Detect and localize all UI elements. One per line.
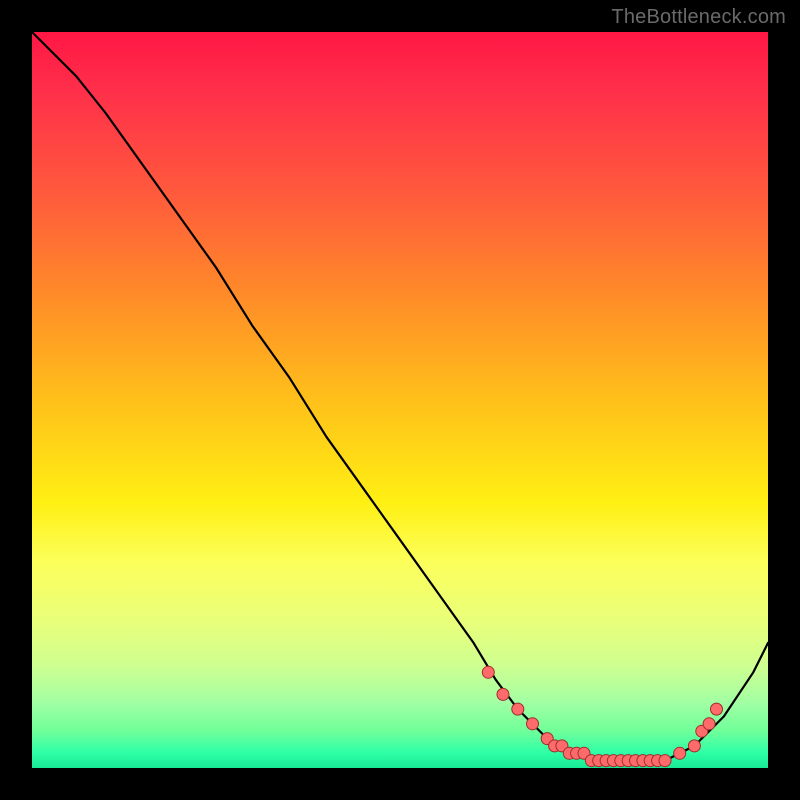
marker-point [688,740,700,752]
marker-point [512,703,524,715]
plot-area [32,32,768,768]
chart-svg [32,32,768,768]
bottleneck-curve [32,32,768,761]
marker-point [674,747,686,759]
marker-point [711,703,723,715]
marker-point [659,755,671,767]
watermark-label: TheBottleneck.com [611,6,786,29]
marker-point [497,688,509,700]
marker-point [527,718,539,730]
chart-container: TheBottleneck.com [0,0,800,800]
marker-points [482,666,722,766]
marker-point [703,718,715,730]
marker-point [482,666,494,678]
